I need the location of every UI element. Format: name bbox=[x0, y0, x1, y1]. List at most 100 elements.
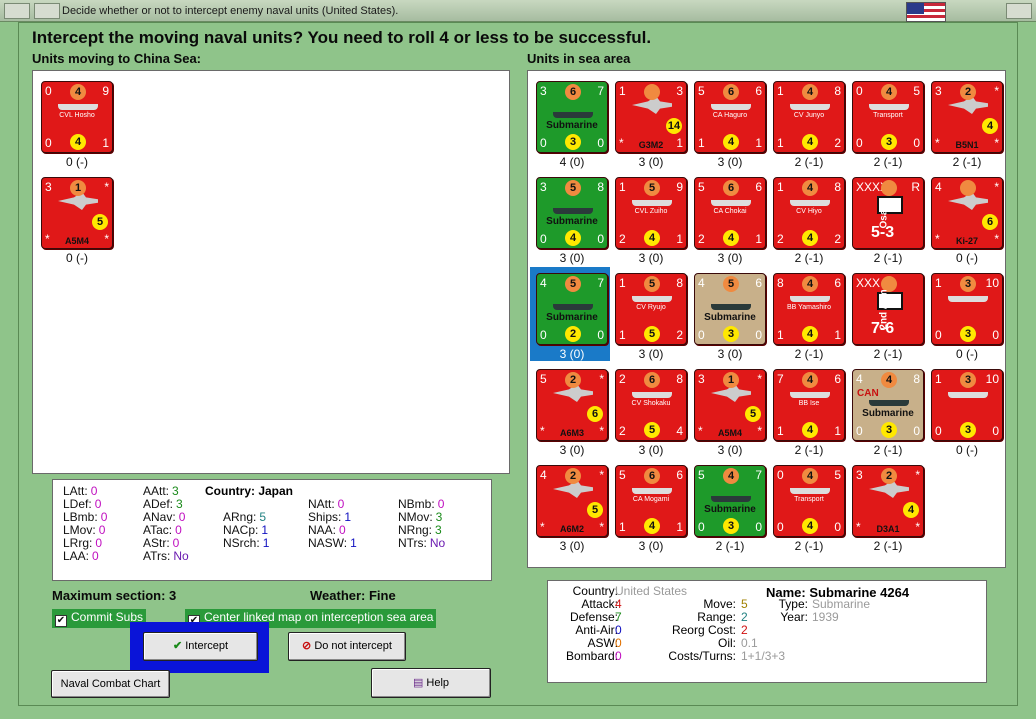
unit-stat-bl: 1 bbox=[777, 424, 784, 438]
unit-top-value: 4 bbox=[723, 468, 739, 484]
unit-counter[interactable]: 5 * * * 2 6 A6M3 bbox=[536, 369, 608, 441]
unit-stat-br: 1 bbox=[676, 520, 683, 534]
unit-top-value: 2 bbox=[881, 468, 897, 484]
stats-column-air2: ARng: 5 NACp: 1 NSrch: 1 bbox=[223, 511, 269, 550]
unit-top-value: 3 bbox=[960, 276, 976, 292]
unit-counter[interactable]: 5 6 1 1 6 4 CA Mogami bbox=[615, 465, 687, 537]
checkmark-icon: ✔ bbox=[172, 640, 183, 652]
submarine-icon bbox=[553, 112, 593, 118]
unit-counter[interactable]: 4 * * * 2 5 A6M2 bbox=[536, 465, 608, 537]
unit-counter[interactable]: 8 6 1 1 4 4 BB Yamashiro bbox=[773, 273, 845, 345]
unit-stat-tr: 6 bbox=[755, 276, 762, 290]
unit-stat-tl: 5 bbox=[540, 372, 547, 386]
unit-counter[interactable]: 4 * * * 6 Ki-27 bbox=[931, 177, 1003, 249]
unit-counter[interactable]: 1 9 2 1 5 4 CVL Zuiho bbox=[615, 177, 687, 249]
unit-bottom-value: 14 bbox=[666, 118, 682, 134]
unit-counter[interactable]: XXX 7-6 2nd Arm bbox=[852, 273, 924, 345]
do-not-intercept-button[interactable]: ⊘ Do not intercept bbox=[288, 632, 406, 661]
unit-status-label: 3 (0) bbox=[638, 443, 664, 457]
unit-name: Submarine bbox=[704, 312, 756, 323]
unit-status-label: 0 (-) bbox=[956, 347, 978, 361]
stat-row: NASW: 1 bbox=[308, 537, 357, 550]
unit-bottom-value: 5 bbox=[587, 502, 603, 518]
minimize-button[interactable] bbox=[34, 3, 60, 19]
unit-counter[interactable]: XXXX R 5-3 Osaka bbox=[852, 177, 924, 249]
unit-counter[interactable]: 3 * * * 1 5 A5M4 bbox=[694, 369, 766, 441]
unit-name: 2nd Arm bbox=[878, 289, 890, 330]
unit-top-value bbox=[644, 84, 660, 100]
unit-bottom-value: 4 bbox=[802, 518, 818, 534]
unit-top-value: 4 bbox=[802, 84, 818, 100]
unit-name: Osaka bbox=[878, 198, 890, 229]
unit-status-label: 3 (0) bbox=[717, 251, 743, 265]
unit-stat-bl: 0 bbox=[540, 232, 547, 246]
unit-stat-br: 2 bbox=[834, 136, 841, 150]
unit-counter[interactable]: 4 6 0 0 5 3 Submarine bbox=[694, 273, 766, 345]
country-label: Country: Japan bbox=[205, 484, 294, 498]
unit-counter[interactable]: 4 7 0 0 5 2 Submarine bbox=[536, 273, 608, 345]
unit-counter[interactable]: 0 5 0 0 4 4 Transport bbox=[773, 465, 845, 537]
unit-status-label: 3 (0) bbox=[717, 443, 743, 457]
unit-stat-tr: 8 bbox=[913, 372, 920, 386]
stat-key: ATac: bbox=[143, 523, 173, 537]
system-menu-button[interactable] bbox=[4, 3, 30, 19]
unit-counter[interactable]: 5 7 0 0 4 3 Submarine bbox=[694, 465, 766, 537]
unit-counter[interactable]: 5 6 1 1 6 4 CA Haguro bbox=[694, 81, 766, 153]
unit-counter[interactable]: 3 * * * 2 4 D3A1 bbox=[852, 465, 924, 537]
unit-counter[interactable]: 3 * * * 1 5 A5M4 bbox=[41, 177, 113, 249]
unit-stat-br: 1 bbox=[102, 136, 109, 150]
unit-bottom-value: 5 bbox=[644, 422, 660, 438]
unit-stat-bl: 1 bbox=[698, 136, 705, 150]
unit-counter[interactable]: 1 8 1 2 4 4 CV Junyo bbox=[773, 81, 845, 153]
detail-labels-middle: Move: Range: Reorg Cost: Oil: Costs/Turn… bbox=[648, 598, 736, 663]
stats-column-naval: NAtt: 0 Ships: 1 NAA: 0 NASW: 1 bbox=[308, 498, 357, 550]
unit-counter[interactable]: 0 5 0 0 4 3 Transport bbox=[852, 81, 924, 153]
close-button[interactable] bbox=[1006, 3, 1032, 19]
stat-key: LDef: bbox=[63, 497, 92, 511]
unit-name: A6M3 bbox=[559, 428, 584, 438]
unit-counter[interactable]: 3 * * * 2 4 B5N1 bbox=[931, 81, 1003, 153]
unit-counter[interactable]: 1 10 0 0 3 3 bbox=[931, 369, 1003, 441]
unit-name: A5M4 bbox=[64, 236, 89, 246]
unit-name: D3A1 bbox=[876, 524, 900, 534]
unit-top-value: 6 bbox=[723, 84, 739, 100]
unit-counter[interactable]: 1 8 2 2 4 4 CV Hiyo bbox=[773, 177, 845, 249]
unit-stat-br: 0 bbox=[597, 136, 604, 150]
unit-counter[interactable]: 2 8 2 4 6 5 CV Shokaku bbox=[615, 369, 687, 441]
unit-stat-br: 2 bbox=[834, 232, 841, 246]
unit-counter[interactable]: 0 9 0 1 4 4 CVL Hosho bbox=[41, 81, 113, 153]
detail-bombard-key: Bombard: bbox=[565, 649, 618, 663]
unit-stat-tr: * bbox=[104, 180, 109, 194]
unit-name: CA Haguro bbox=[712, 112, 748, 119]
stat-value: 0 bbox=[172, 536, 180, 550]
unit-name: CV Shokaku bbox=[631, 400, 671, 407]
stat-value: 1 bbox=[262, 536, 270, 550]
intercept-button[interactable]: ✔ Intercept bbox=[143, 632, 258, 661]
unit-stat-tr: 6 bbox=[755, 180, 762, 194]
stat-key: NAtt: bbox=[308, 497, 335, 511]
unit-counter[interactable]: 1 3 * 1 14 G3M2 bbox=[615, 81, 687, 153]
unit-stat-br: 4 bbox=[676, 424, 683, 438]
help-button[interactable]: ▤ Help bbox=[371, 668, 491, 698]
sea-area-units-panel: 3 7 0 0 6 3 Submarine 4 (0) 1 3 * 1 14 G3M2 3 (0) 5 6 1 1 6… bbox=[527, 70, 1006, 568]
unit-counter[interactable]: 1 8 1 2 5 5 CV Ryujo bbox=[615, 273, 687, 345]
unit-counter[interactable]: 5 6 2 1 6 4 CA Chokai bbox=[694, 177, 766, 249]
ship-icon bbox=[948, 392, 988, 398]
unit-top-value: 4 bbox=[802, 276, 818, 292]
unit-counter[interactable]: 3 8 0 0 5 4 Submarine bbox=[536, 177, 608, 249]
unit-counter[interactable]: 7 6 1 1 4 4 BB Ise bbox=[773, 369, 845, 441]
unit-counter[interactable]: 1 10 0 0 3 3 bbox=[931, 273, 1003, 345]
unit-top-value: 5 bbox=[644, 180, 660, 196]
stat-value: 5 bbox=[259, 510, 267, 524]
naval-combat-chart-button[interactable]: Naval Combat Chart bbox=[51, 670, 170, 698]
unit-top-value: 5 bbox=[565, 180, 581, 196]
unit-stat-br: 0 bbox=[992, 424, 999, 438]
unit-stat-tr: 5 bbox=[834, 468, 841, 482]
unit-counter[interactable]: 3 7 0 0 6 3 Submarine bbox=[536, 81, 608, 153]
unit-top-value: 5 bbox=[565, 276, 581, 292]
left-panel-label: Units moving to China Sea: bbox=[32, 51, 202, 66]
help-button-label: Help bbox=[426, 677, 450, 689]
unit-status-label: 0 (-) bbox=[66, 251, 88, 265]
unit-counter[interactable]: 4 8 0 0 4 3 CAN Submarine bbox=[852, 369, 924, 441]
unit-top-value: 2 bbox=[960, 84, 976, 100]
